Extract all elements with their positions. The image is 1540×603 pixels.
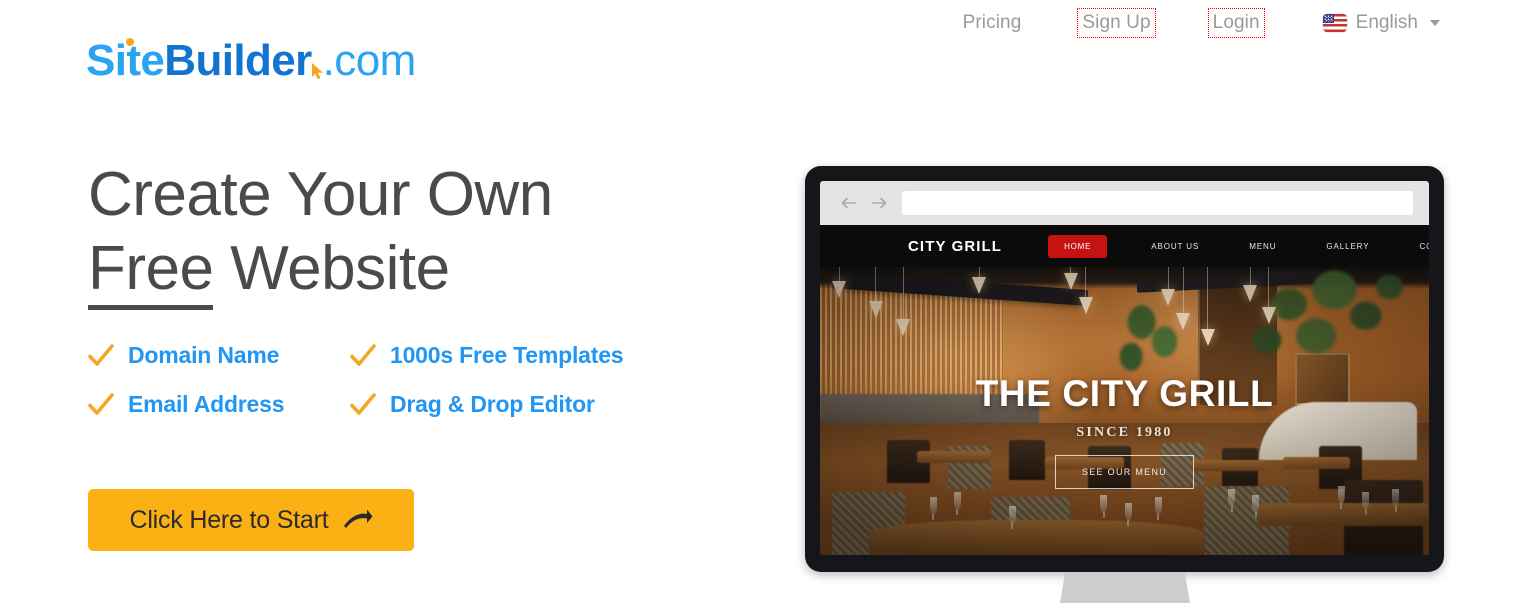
feature-label: Drag & Drop Editor bbox=[390, 391, 595, 417]
preview-see-menu-button[interactable]: SEE OUR MENU bbox=[1054, 455, 1195, 489]
start-button[interactable]: Click Here to Start bbox=[88, 489, 414, 551]
preview-nav-about-us[interactable]: ABOUT US bbox=[1147, 242, 1203, 251]
feature-list: Domain Name 1000s Free Templates Email A… bbox=[88, 342, 624, 418]
feature-label: 1000s Free Templates bbox=[390, 342, 624, 368]
logo-text-com: .com bbox=[322, 36, 417, 85]
monitor-screen: CITY GRILL HOME ABOUT US MENU GALLERY CO… bbox=[820, 181, 1429, 555]
nav-link-pricing[interactable]: Pricing bbox=[959, 9, 1026, 37]
logo-text-builder: Builder bbox=[164, 36, 312, 85]
feature-label: Domain Name bbox=[128, 342, 280, 368]
logo-accent-dot bbox=[126, 38, 134, 46]
address-bar-input[interactable] bbox=[902, 191, 1413, 215]
headline-line-2-rest: Website bbox=[213, 234, 450, 303]
page-headline: Create Your Own Free Website bbox=[88, 158, 553, 310]
restaurant-interior-photo bbox=[820, 267, 1429, 555]
monitor-stand bbox=[1060, 572, 1190, 603]
checkmark-icon bbox=[88, 392, 114, 418]
feature-item: Domain Name bbox=[88, 342, 350, 369]
chevron-down-icon bbox=[1430, 19, 1440, 26]
preview-nav-home[interactable]: HOME bbox=[1048, 234, 1108, 258]
arrow-right-icon[interactable] bbox=[871, 195, 888, 211]
preview-hero-section: THE CITY GRILL SINCE 1980 SEE OUR MENU bbox=[820, 267, 1429, 555]
checkmark-icon bbox=[88, 343, 114, 369]
us-flag-icon bbox=[1322, 13, 1347, 32]
logo-text-site: Site bbox=[86, 36, 165, 85]
browser-toolbar bbox=[820, 181, 1429, 225]
preview-nav-gallery[interactable]: GALLERY bbox=[1322, 242, 1373, 251]
preview-nav-contact-us[interactable]: CONTACT US bbox=[1415, 242, 1429, 251]
cursor-arrow-icon bbox=[311, 59, 325, 80]
monitor-mockup: CITY GRILL HOME ABOUT US MENU GALLERY CO… bbox=[805, 166, 1444, 572]
preview-nav-menu[interactable]: MENU bbox=[1245, 242, 1280, 251]
nav-link-login[interactable]: Login bbox=[1207, 8, 1265, 38]
preview-brand-logo[interactable]: CITY GRILL bbox=[908, 238, 1002, 255]
checkmark-icon bbox=[350, 343, 376, 369]
headline-free-emphasis: Free bbox=[88, 234, 214, 310]
top-navigation: Pricing Sign Up Login English bbox=[959, 8, 1440, 38]
arrow-right-icon bbox=[343, 509, 373, 531]
landing-page: Pricing Sign Up Login English SiteBuilde… bbox=[0, 0, 1540, 603]
checkmark-icon bbox=[350, 392, 376, 418]
site-logo[interactable]: SiteBuilder .com bbox=[86, 36, 416, 86]
feature-item: Email Address bbox=[88, 391, 350, 418]
feature-item: Drag & Drop Editor bbox=[350, 391, 623, 418]
nav-link-signup[interactable]: Sign Up bbox=[1077, 8, 1156, 38]
feature-label: Email Address bbox=[128, 391, 285, 417]
headline-line-1: Create Your Own bbox=[88, 160, 553, 229]
preview-site-navbar: CITY GRILL HOME ABOUT US MENU GALLERY CO… bbox=[820, 225, 1429, 267]
feature-item: 1000s Free Templates bbox=[350, 342, 624, 369]
arrow-left-icon[interactable] bbox=[840, 195, 857, 211]
language-label: English bbox=[1355, 11, 1418, 33]
language-selector[interactable]: English bbox=[1322, 11, 1440, 34]
start-button-label: Click Here to Start bbox=[129, 505, 329, 534]
